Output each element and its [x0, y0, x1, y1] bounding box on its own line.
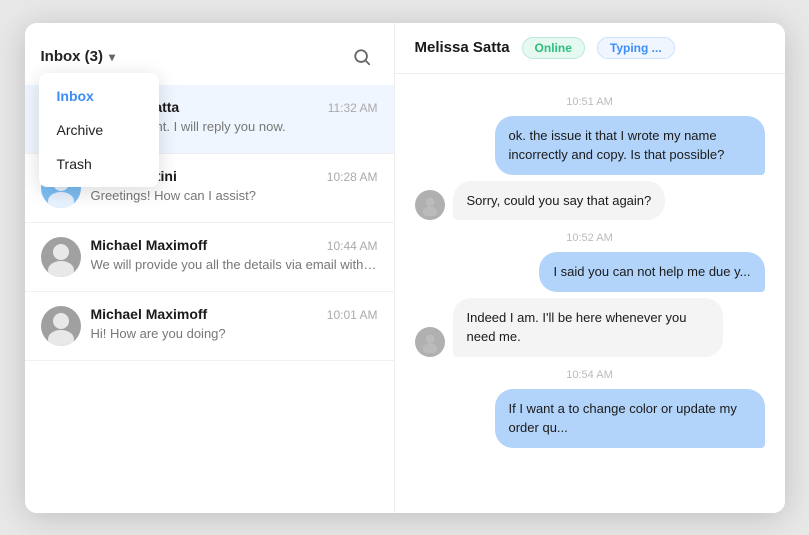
- conv-name-michael2: Michael Maximoff: [91, 306, 208, 322]
- conversation-body-michael1: Michael Maximoff 10:44 AM We will provid…: [91, 237, 378, 272]
- msg-avatar-agent-1: [415, 190, 445, 220]
- message-bubble-left-2: Indeed I am. I'll be here whenever you n…: [453, 298, 723, 357]
- message-row-right-2: I said you can not help me due y...: [415, 252, 765, 292]
- dropdown-item-trash[interactable]: Trash: [39, 147, 159, 181]
- message-row-left-2: Indeed I am. I'll be here whenever you n…: [415, 298, 765, 357]
- conv-preview-sarah: Greetings! How can I assist?: [91, 188, 378, 203]
- dropdown-item-inbox[interactable]: Inbox: [39, 79, 159, 113]
- message-bubble-right-1: ok. the issue it that I wrote my name in…: [495, 116, 765, 175]
- timestamp-1054: 10:54 AM: [415, 369, 765, 381]
- search-icon: [353, 48, 371, 66]
- conv-time-michael2: 10:01 AM: [327, 308, 378, 322]
- msg-avatar-agent-2: [415, 327, 445, 357]
- avatar-michael2: [41, 306, 81, 346]
- conv-time-melissa: 11:32 AM: [328, 101, 378, 115]
- message-row-right-1: ok. the issue it that I wrote my name in…: [415, 116, 765, 175]
- message-row-left-1: Sorry, could you say that again?: [415, 181, 765, 221]
- search-button[interactable]: [346, 41, 378, 73]
- messages-area: 10:51 AM ok. the issue it that I wrote m…: [395, 74, 785, 513]
- online-badge: Online: [522, 37, 585, 59]
- conv-time-michael1: 10:44 AM: [327, 239, 378, 253]
- inbox-label: Inbox (3): [41, 48, 104, 65]
- conv-preview-michael1: We will provide you all the details via …: [91, 257, 378, 272]
- left-header: Inbox (3) ▾ Inbox Archive Trash: [25, 23, 394, 85]
- right-panel: Melissa Satta Online Typing ... 10:51 AM…: [395, 23, 785, 513]
- app-window: Inbox (3) ▾ Inbox Archive Trash: [25, 23, 785, 513]
- typing-badge: Typing ...: [597, 37, 675, 59]
- timestamp-1051: 10:51 AM: [415, 96, 765, 108]
- conv-preview-michael2: Hi! How are you doing?: [91, 326, 378, 341]
- timestamp-1052: 10:52 AM: [415, 232, 765, 244]
- conv-name-michael1: Michael Maximoff: [91, 237, 208, 253]
- chevron-down-icon: ▾: [109, 50, 115, 64]
- message-bubble-left-1: Sorry, could you say that again?: [453, 181, 666, 221]
- conversation-body-michael2: Michael Maximoff 10:01 AM Hi! How are yo…: [91, 306, 378, 341]
- message-bubble-right-2: I said you can not help me due y...: [539, 252, 764, 292]
- inbox-dropdown: Inbox Archive Trash: [39, 73, 159, 187]
- message-row-right-3: If I want a to change color or update my…: [415, 389, 765, 448]
- conv-time-sarah: 10:28 AM: [327, 170, 378, 184]
- conversation-item-michael1[interactable]: Michael Maximoff 10:44 AM We will provid…: [25, 223, 394, 292]
- left-panel: Inbox (3) ▾ Inbox Archive Trash: [25, 23, 395, 513]
- inbox-selector[interactable]: Inbox (3) ▾: [41, 48, 116, 65]
- chat-header: Melissa Satta Online Typing ...: [395, 23, 785, 74]
- chat-contact-name: Melissa Satta: [415, 39, 510, 56]
- avatar-michael1: [41, 237, 81, 277]
- message-bubble-right-3: If I want a to change color or update my…: [495, 389, 765, 448]
- conversation-item-michael2[interactable]: Michael Maximoff 10:01 AM Hi! How are yo…: [25, 292, 394, 361]
- dropdown-item-archive[interactable]: Archive: [39, 113, 159, 147]
